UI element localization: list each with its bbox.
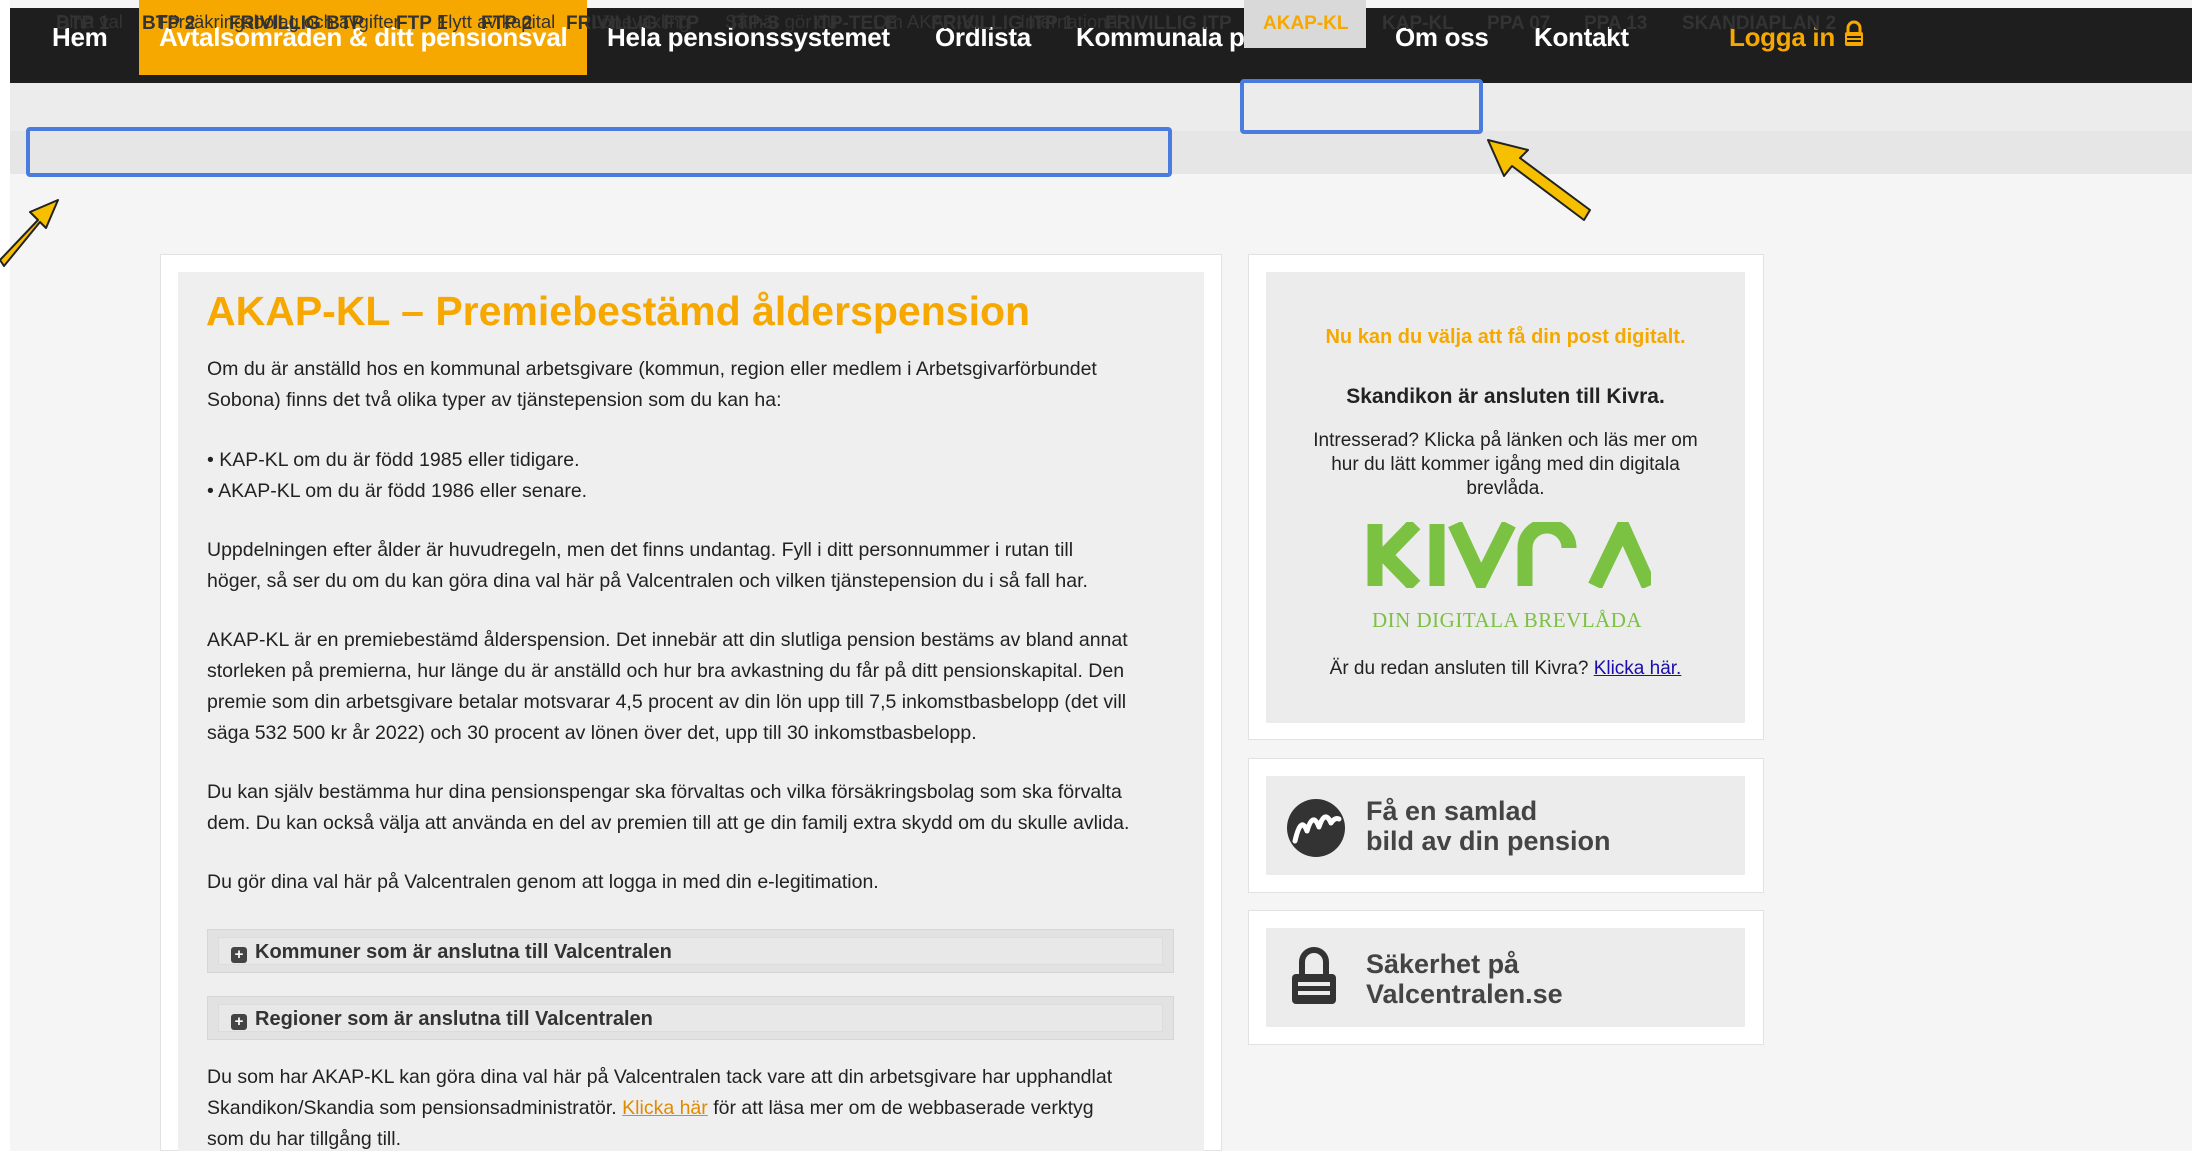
plus-icon: + bbox=[231, 947, 247, 963]
page-title: AKAP-KL – Premiebestämd ålderspension bbox=[206, 288, 1031, 334]
accordion-label: + Regioner som är anslutna till Valcentra… bbox=[231, 1005, 653, 1033]
text-line: Du gör dina val här på Valcentralen geno… bbox=[207, 871, 879, 893]
text-line: premie som din arbetsgivare betalar mots… bbox=[207, 691, 1127, 713]
tab-flytt-av-kapital[interactable]: Flytt av kapital bbox=[437, 0, 555, 43]
administrator-paragraph: Du som har AKAP-KL kan göra dina val här… bbox=[207, 1062, 1177, 1155]
text-line: Du som har AKAP-KL kan göra dina val här… bbox=[207, 1066, 1113, 1088]
subnav-ppa07[interactable]: PPA 07 bbox=[1487, 0, 1550, 48]
kivra-subhead: Skandikon är ansluten till Kivra. bbox=[1346, 385, 1665, 408]
agreement-navigation bbox=[10, 83, 2192, 132]
akap-kl-navigation bbox=[10, 131, 2192, 174]
text-line: bild av din pension bbox=[1366, 826, 1611, 856]
text-line: Intresserad? Klicka på länken och läs me… bbox=[1313, 430, 1698, 451]
text-line: Skandikon/Skandia som pensionsadministra… bbox=[207, 1093, 1177, 1124]
kivra-link[interactable]: Klicka här. bbox=[1594, 658, 1682, 679]
tab-om-akap-kl[interactable]: Om AKAP-KL bbox=[873, 0, 985, 43]
text-line: Säkerhet på bbox=[1366, 949, 1520, 979]
security-text: Säkerhet på Valcentralen.se bbox=[1366, 949, 1563, 1009]
text-line: dem. Du kan också välja att använda en d… bbox=[207, 812, 1130, 834]
lock-icon bbox=[1843, 2, 1865, 77]
tab-lonevaxling[interactable]: Löneväxling bbox=[591, 0, 690, 43]
pension-overview-text: Få en samlad bild av din pension bbox=[1366, 796, 1611, 856]
text-line: Valcentralen.se bbox=[1366, 979, 1563, 1009]
accordion-regioner[interactable]: + Regioner som är anslutna till Valcentra… bbox=[207, 996, 1174, 1040]
plus-icon: + bbox=[231, 1014, 247, 1030]
kivra-wordmark bbox=[1367, 510, 1656, 598]
kivra-body: Intresserad? Klicka på länken och läs me… bbox=[1266, 429, 1745, 501]
login-info-paragraph: Du gör dina val här på Valcentralen geno… bbox=[207, 867, 1177, 898]
tab-international[interactable]: International bbox=[1020, 0, 1122, 43]
text-line: Uppdelningen efter ålder är huvudregeln,… bbox=[207, 539, 1074, 561]
text-line: Få en samlad bbox=[1366, 796, 1538, 826]
kivra-headline: Nu kan du välja att få din post digitalt… bbox=[1325, 326, 1686, 348]
text-line: brevlåda. bbox=[1466, 478, 1545, 499]
accordion-header: + Kommuner som är anslutna till Valcentra… bbox=[218, 937, 1163, 965]
text-segment: för att läsa mer om de webbaserade verkt… bbox=[707, 1097, 1094, 1119]
accordion-text: Regioner som är anslutna till Valcentral… bbox=[255, 1008, 653, 1030]
padlock-icon bbox=[1292, 947, 1336, 1004]
accordion-label: + Kommuner som är anslutna till Valcentra… bbox=[231, 938, 672, 966]
age-rule-paragraph: Uppdelningen efter ålder är huvudregeln,… bbox=[207, 535, 1177, 597]
subnav-ppa13[interactable]: PPA 13 bbox=[1584, 0, 1647, 48]
intro-paragraph: Om du är anställd hos en kommunal arbets… bbox=[207, 354, 1177, 416]
subnav-frivillig-itp[interactable]: FRIVILLIG ITP bbox=[1105, 0, 1232, 48]
text-segment: Är du redan ansluten till Kivra? bbox=[1329, 658, 1594, 679]
tab-sa-har-gor-du[interactable]: Så här gör du bbox=[725, 0, 837, 43]
read-more-link[interactable]: Klicka här bbox=[622, 1097, 708, 1119]
text-line: hur du lätt kommer igång med din digital… bbox=[1331, 454, 1680, 475]
text-line: Om du är anställd hos en kommunal arbets… bbox=[207, 358, 1097, 380]
kivra-logo[interactable]: DIN DIGITALA BREVLÅDA bbox=[1363, 510, 1656, 632]
choices-paragraph: Du kan själv bestämma hur dina pensionsp… bbox=[207, 777, 1177, 839]
text-line: storleken på premierna, hur länge du är … bbox=[207, 660, 1125, 682]
subnav-akap-kl[interactable]: AKAP-KL bbox=[1244, 0, 1366, 48]
text-line: säga 532 500 kr år 2022) och 30 procent … bbox=[207, 722, 977, 744]
text-line: Sobona) finns det två olika typer av tjä… bbox=[207, 389, 782, 411]
tab-dina-val[interactable]: Dina val bbox=[56, 0, 123, 43]
list-item: • AKAP-KL om du är född 1986 eller senar… bbox=[207, 480, 588, 502]
tab-forsakringsbolag[interactable]: Försäkringsbolag och avgifter bbox=[157, 0, 400, 43]
kivra-tagline: DIN DIGITALA BREVLÅDA bbox=[1371, 608, 1643, 632]
kivra-already: Är du redan ansluten till Kivra? Klicka … bbox=[1266, 658, 1745, 680]
text-line: höger, så ser du om du kan göra dina val… bbox=[207, 570, 1088, 592]
subnav-skandiaplan2[interactable]: SKANDIAPLAN 2 bbox=[1682, 0, 1836, 48]
text-line: Du kan själv bestämma hur dina pensionsp… bbox=[207, 781, 1122, 803]
list-item: • KAP-KL om du är född 1985 eller tidiga… bbox=[207, 449, 580, 471]
text-segment: Skandikon/Skandia som pensionsadministra… bbox=[207, 1097, 623, 1119]
text-line: som du har tillgång till. bbox=[207, 1128, 402, 1150]
accordion-header: + Regioner som är anslutna till Valcentra… bbox=[218, 1004, 1163, 1032]
accordion-kommuner[interactable]: + Kommuner som är anslutna till Valcentra… bbox=[207, 929, 1174, 973]
text-line: AKAP-KL är en premiebestämd ålderspensio… bbox=[207, 629, 1128, 651]
accordion-text: Kommuner som är anslutna till Valcentral… bbox=[255, 941, 672, 963]
bullet-list: • KAP-KL om du är född 1985 eller tidiga… bbox=[207, 445, 1177, 507]
premium-paragraph: AKAP-KL är en premiebestämd ålderspensio… bbox=[207, 625, 1177, 749]
subnav-kap-kl[interactable]: KAP-KL bbox=[1382, 0, 1454, 48]
min-pension-icon bbox=[1287, 799, 1345, 857]
